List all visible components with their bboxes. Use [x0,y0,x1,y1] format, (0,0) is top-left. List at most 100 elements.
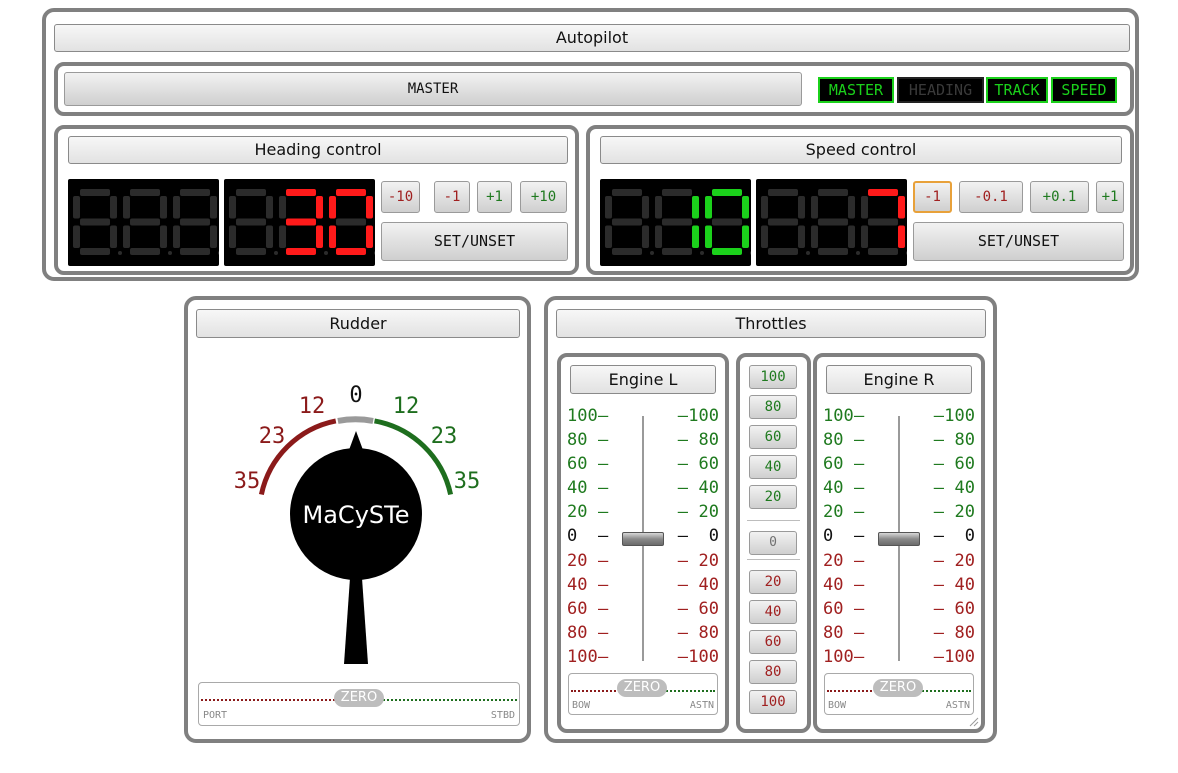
engine-left-scale-right-tick-label: –20 [677,550,719,571]
resize-handle-icon[interactable] [969,717,979,727]
throttle-preset-astern-80-button[interactable]: 80 [749,660,797,684]
rudder-label-stbd-12: 12 [393,394,420,419]
speed-display-current-segment [692,225,699,248]
heading-display-setpoint-segment [316,225,323,248]
rudder-pointer [290,431,422,664]
engine-right-scale-right-tick-label: –80 [933,430,975,451]
heading-display-hundreds-segment [180,248,210,255]
throttle-preset-astern-100-button[interactable]: 100 [749,690,797,714]
speed-display-setpoint-segment [811,196,818,219]
heading-display-hundreds-segment [110,225,117,248]
speed-display-current-decimal-point [650,251,654,255]
engine-right-slider-knob[interactable] [878,532,920,546]
autopilot-title: Autopilot [54,24,1130,52]
heading-display-hundreds-segment [173,196,180,219]
heading-control-panel: Heading control -10 -1 +1 +10 SET/UNSET [54,125,579,275]
rudder-trim-bar[interactable]: ZERO PORT STBD [198,682,520,726]
engine-left-trim-zero-button[interactable]: ZERO [617,679,667,697]
heading-display-hundreds-segment [160,196,167,219]
engine-left-scale-right-tick-label: –80 [677,430,719,451]
engine-right-panel: Engine R 100– 80–60–40–20–0–20–40–60–80–1… [813,353,985,733]
rudder-label-port-35: 35 [234,469,261,494]
engine-right-trim-zero-button[interactable]: ZERO [873,679,923,697]
speed-minus-1-button[interactable]: -1 [913,181,952,213]
rudder-label-stbd-35: 35 [454,469,481,494]
engine-right-scale-left-tick-label: 20– [823,550,865,571]
speed-plus-1-button[interactable]: +1 [1096,181,1124,213]
heading-control-title: Heading control [68,136,568,164]
rudder-label-zero: 0 [349,383,362,408]
heading-display-hundreds-segment [73,196,80,219]
heading-set-unset-button[interactable]: SET/UNSET [381,222,568,261]
speed-plus-0-1-button[interactable]: +0.1 [1030,181,1089,213]
speed-display-current-segment [742,225,749,248]
heading-minus-10-button[interactable]: -10 [381,181,420,213]
speed-display-setpoint-segment [848,196,855,219]
throttle-preset-ahead-20-button[interactable]: 20 [749,485,797,509]
engine-right-scale-right-tick-label: –20 [933,502,975,523]
speed-display-current-segment [662,189,692,196]
heading-display-setpoint-decimal-point [324,251,328,255]
throttle-preset-0-button[interactable]: 0 [749,531,797,555]
speed-minus-0-1-button[interactable]: -0.1 [959,181,1023,213]
throttle-preset-ahead-80-button[interactable]: 80 [749,395,797,419]
speed-display-setpoint-segment [868,248,898,255]
engine-right-scale-left-tick-label: 20– [823,502,865,523]
heading-display-setpoint-segment [236,218,266,226]
throttle-preset-ahead-40-button[interactable]: 40 [749,455,797,479]
engine-right-scale-right-tick-label: –100 [933,646,975,667]
speed-display-setpoint-segment [861,225,868,248]
heading-display-setpoint-segment [266,225,273,248]
mode-track-indicator[interactable]: TRACK [986,77,1048,103]
mode-heading-indicator[interactable]: HEADING [897,77,984,103]
heading-display-hundreds-segment [130,189,160,196]
master-button[interactable]: MASTER [64,72,802,106]
engine-right-scale-right: –100 –80 –60 –40 –20 –0 –20 –40 –60 –80 –100 [934,404,975,669]
engine-left-scale-left-tick-label: 60– [567,598,609,619]
engine-right-scale-left-tick-label: 80– [823,622,865,643]
speed-display-current-decimal-point [750,251,751,255]
speed-display-current-segment [605,196,612,219]
heading-display-hundreds-segment [180,189,210,196]
heading-plus-10-button[interactable]: +10 [520,181,567,213]
rudder-trim-zero-button[interactable]: ZERO [334,689,384,707]
mode-speed-indicator[interactable]: SPEED [1051,77,1117,103]
heading-display-setpoint-segment [286,189,316,196]
engine-left-trim-astern-label: ASTN [689,700,714,711]
heading-display-setpoint-segment [236,189,266,196]
heading-display-hundreds-segment [130,218,160,226]
engine-left-trim-bow-label: BOW [572,700,591,711]
rudder-center-arc [337,416,374,424]
heading-display-hundreds-segment [210,225,217,248]
autopilot-panel: Autopilot MASTER MASTER HEADING TRACK SP… [42,8,1139,281]
throttle-preset-astern-40-button[interactable]: 40 [749,600,797,624]
engine-right-scale-left-tick-label: 100– [823,406,865,426]
speed-display-setpoint-segment [818,248,848,255]
engine-left-scale-left-tick-label: 20– [567,550,609,571]
speed-display-current-segment [655,225,662,248]
speed-set-unset-button[interactable]: SET/UNSET [913,222,1124,261]
engine-left-scale-left-tick-label: 100– [567,406,609,426]
engine-left-trim-bar[interactable]: ZERO BOW ASTN [568,673,718,715]
throttle-preset-astern-20-button[interactable]: 20 [749,570,797,594]
engine-left-scale-right-tick-label: –40 [677,574,719,595]
engine-right-scale-right-tick-label: –80 [933,622,975,643]
throttle-preset-ahead-100-button[interactable]: 100 [749,365,797,389]
heading-display-setpoint-segment [366,196,373,219]
heading-display-setpoint-segment [236,248,266,255]
speed-display-setpoint-segment [798,225,805,248]
heading-display-setpoint-segment [329,196,336,219]
throttles-title: Throttles [556,309,986,338]
engine-right-trim-bar[interactable]: ZERO BOW ASTN [824,673,974,715]
mode-master-indicator[interactable]: MASTER [818,77,894,103]
throttle-preset-astern-60-button[interactable]: 60 [749,630,797,654]
heading-minus-1-button[interactable]: -1 [434,181,470,213]
rudder-title: Rudder [196,309,520,338]
heading-display-setpoint-segment [336,218,366,226]
throttle-preset-ahead-60-button[interactable]: 60 [749,425,797,449]
heading-display-setpoint-segment [336,189,366,196]
throttle-presets-panel: 100 80 60 40 20 0 20 40 60 80 100 [736,353,811,733]
heading-plus-1-button[interactable]: +1 [477,181,512,213]
engine-left-slider-knob[interactable] [622,532,664,546]
speed-display-current-segment [712,189,742,196]
